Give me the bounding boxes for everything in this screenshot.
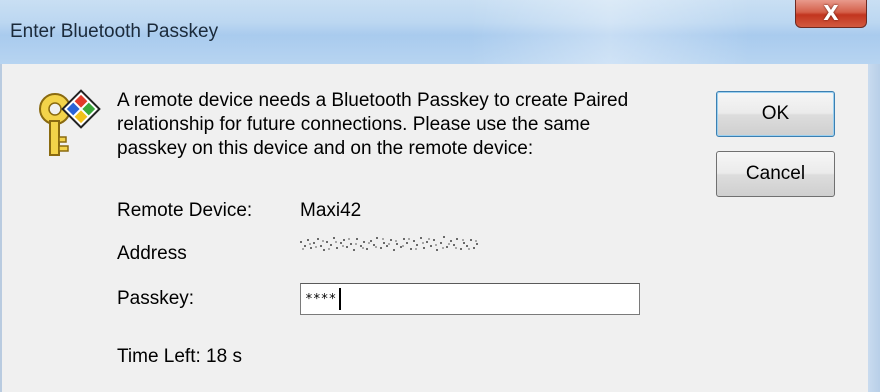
title-bar[interactable]: Enter Bluetooth Passkey X [0,0,880,65]
cancel-button[interactable]: Cancel [716,151,835,197]
message-line: relationship for future connections. Ple… [117,114,591,135]
window-title: Enter Bluetooth Passkey [10,21,219,42]
remote-device-value: Maxi42 [300,200,362,221]
dialog-message: A remote device needs a Bluetooth Passke… [117,89,712,161]
message-line: passkey on this device and on the remote… [117,138,534,159]
address-value-obscured [300,236,478,251]
window-frame-right [868,64,880,392]
passkey-label: Passkey: [117,288,195,309]
ok-button[interactable]: OK [716,91,835,137]
bluetooth-passkey-dialog: Enter Bluetooth Passkey X A remote devic… [0,0,880,392]
time-left-status: Time Left: 18 s [117,346,242,367]
passkey-input[interactable] [300,283,640,315]
message-line: A remote device needs a Bluetooth Passke… [117,90,629,111]
remote-device-label: Remote Device: [117,200,253,221]
key-icon [39,89,101,156]
address-label: Address [117,243,187,264]
close-icon[interactable]: X [796,1,866,25]
close-button[interactable]: X [795,0,867,28]
text-caret [339,288,341,310]
title-bar-sheen [470,0,750,64]
